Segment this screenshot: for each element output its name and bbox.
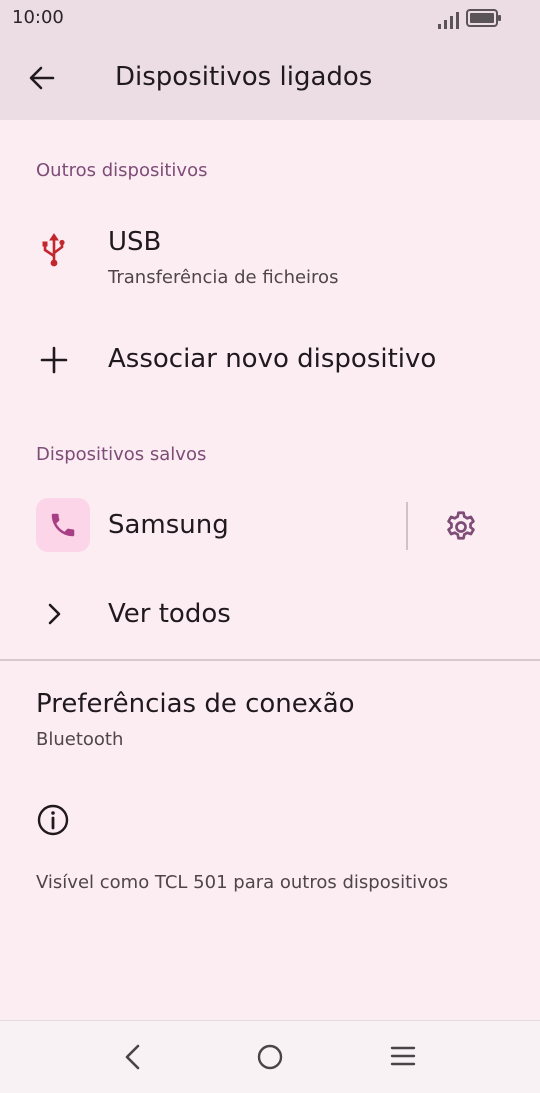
visibility-text: Visível como TCL 501 para outros disposi… [36, 872, 449, 893]
section-header-other-devices: Outros dispositivos [36, 160, 208, 181]
vertical-divider [406, 502, 408, 550]
saved-device-name: Samsung [108, 510, 229, 540]
see-all-row[interactable]: Ver todos [0, 584, 540, 644]
app-bar: Dispositivos ligados [0, 36, 540, 120]
navigation-bar [0, 1020, 540, 1093]
device-settings-button[interactable] [438, 504, 484, 550]
section-divider [0, 659, 540, 661]
usb-subtitle: Transferência de ficheiros [108, 267, 339, 288]
battery-icon [466, 9, 501, 27]
status-bar: 10:00 [0, 0, 540, 36]
connection-preferences-subtitle: Bluetooth [36, 729, 124, 750]
phone-icon [51, 513, 75, 537]
page-title: Dispositivos ligados [115, 62, 373, 92]
nav-home-icon[interactable] [256, 1043, 284, 1071]
saved-device-row[interactable]: Samsung [0, 498, 540, 554]
usb-icon [42, 233, 65, 267]
section-header-saved-devices: Dispositivos salvos [36, 444, 207, 465]
signal-icon [438, 12, 459, 29]
see-all-label: Ver todos [108, 599, 231, 629]
phone-tile [36, 498, 90, 552]
pair-new-device-row[interactable]: Associar novo dispositivo [0, 316, 540, 404]
back-arrow-icon[interactable] [26, 62, 58, 94]
pair-new-device-label: Associar novo dispositivo [108, 344, 437, 374]
usb-row[interactable]: USB Transferência de ficheiros [0, 208, 540, 304]
info-icon [37, 804, 69, 836]
chevron-right-icon [48, 603, 61, 625]
usb-title: USB [108, 227, 162, 257]
connection-preferences-title: Preferências de conexão [36, 689, 355, 719]
gear-icon [447, 511, 475, 540]
connection-preferences-row[interactable]: Preferências de conexão Bluetooth [0, 672, 540, 768]
status-time: 10:00 [12, 7, 64, 28]
nav-back-icon[interactable] [118, 1041, 148, 1073]
nav-recents-icon[interactable] [390, 1045, 416, 1067]
plus-icon [40, 346, 68, 374]
